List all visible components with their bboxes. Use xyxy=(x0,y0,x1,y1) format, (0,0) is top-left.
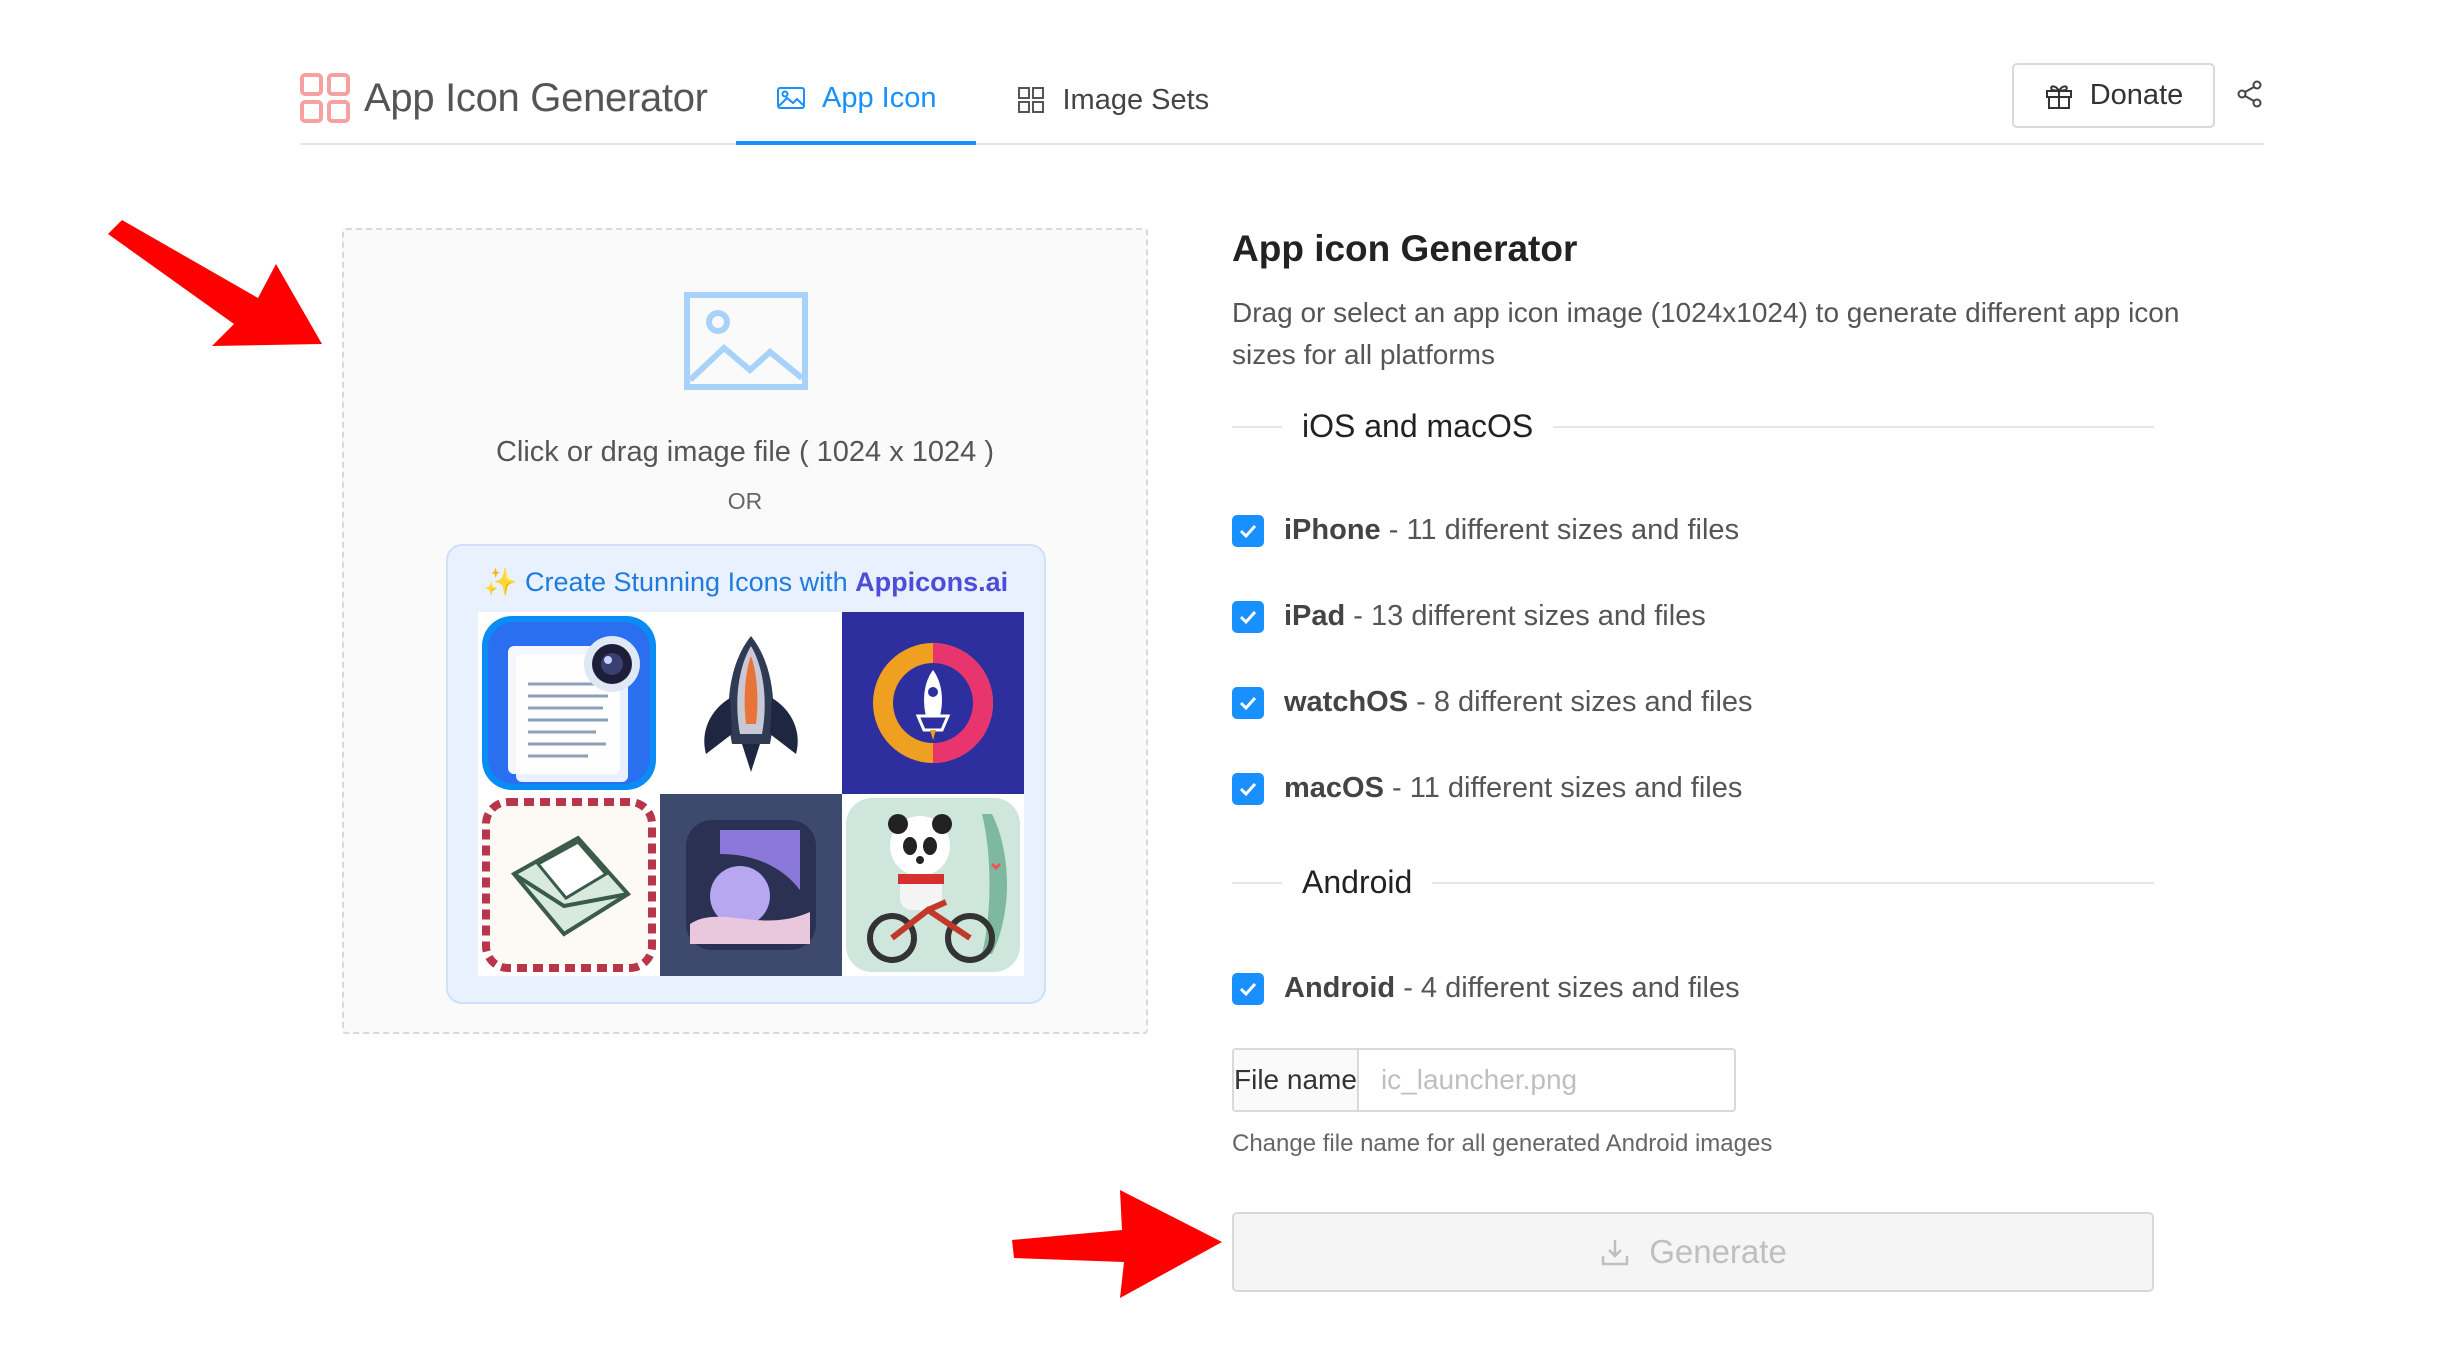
generate-label: Generate xyxy=(1649,1233,1787,1270)
app-logo-icon xyxy=(300,73,350,123)
annotation-arrow-generate xyxy=(1012,1190,1222,1298)
generate-button[interactable]: Generate xyxy=(1232,1212,2154,1292)
section-divider-android: Android xyxy=(1232,864,2154,901)
promo-prefix: ✨ Create Stunning Icons with xyxy=(483,567,856,597)
rocket-icon xyxy=(660,612,842,794)
option-ipad-text: iPad - 13 different sizes and files xyxy=(1284,600,1706,633)
option-iphone[interactable]: iPhone - 11 different sizes and files xyxy=(1232,514,1739,547)
option-macos-text: macOS - 11 different sizes and files xyxy=(1284,772,1742,805)
option-android[interactable]: Android - 4 different sizes and files xyxy=(1232,972,1740,1005)
iphone-checkbox[interactable] xyxy=(1232,514,1264,547)
option-macos[interactable]: macOS - 11 different sizes and files xyxy=(1232,772,1742,805)
annotation-arrow-upload xyxy=(108,220,322,346)
check-icon xyxy=(1239,524,1257,538)
panel-title: App icon Generator xyxy=(1232,228,1578,269)
option-ipad-detail: - 13 different sizes and files xyxy=(1345,600,1706,632)
option-android-detail: - 4 different sizes and files xyxy=(1395,972,1740,1004)
sample-icon-panda xyxy=(842,794,1024,976)
option-watchos-text: watchOS - 8 different sizes and files xyxy=(1284,686,1753,719)
donate-button[interactable]: Donate xyxy=(2012,63,2215,128)
macos-checkbox[interactable] xyxy=(1232,772,1264,805)
option-watchos-name: watchOS xyxy=(1284,686,1409,718)
gift-icon xyxy=(2045,84,2072,109)
option-iphone-name: iPhone xyxy=(1284,514,1381,546)
main-nav: App Icon Image Sets xyxy=(736,55,1249,145)
watchos-checkbox[interactable] xyxy=(1232,686,1264,719)
option-android-name: Android xyxy=(1284,972,1396,1004)
top-navbar: App Icon Generator App Icon Image Sets D… xyxy=(300,55,2264,145)
donate-label: Donate xyxy=(2089,79,2184,111)
option-iphone-detail: - 11 different sizes and files xyxy=(1380,514,1740,546)
promo-text[interactable]: ✨ Create Stunning Icons with Appicons.ai xyxy=(448,566,1044,598)
sample-icon-notes xyxy=(478,612,660,794)
promo-icon-grid xyxy=(478,612,1024,976)
tab-image-sets[interactable]: Image Sets xyxy=(976,55,1249,145)
tab-image-sets-label: Image Sets xyxy=(1062,83,1210,116)
check-icon xyxy=(1239,610,1257,624)
sample-icon-mail xyxy=(478,794,660,976)
option-watchos[interactable]: watchOS - 8 different sizes and files xyxy=(1232,686,1753,719)
sample-icon-abstract xyxy=(660,794,842,976)
section-divider-ios: iOS and macOS xyxy=(1232,408,2154,445)
tab-app-icon-label: App Icon xyxy=(822,81,937,114)
launch-badge-icon xyxy=(842,612,1024,794)
generator-panel: App icon Generator Drag or select an app… xyxy=(1232,228,2179,1292)
abstract-wave-icon xyxy=(660,794,842,976)
tab-app-icon[interactable]: App Icon xyxy=(736,55,977,145)
upload-or: OR xyxy=(727,488,763,514)
image-placeholder-icon xyxy=(684,292,808,390)
appicons-promo[interactable]: ✨ Create Stunning Icons with Appicons.ai xyxy=(446,544,1046,1004)
notes-camera-icon xyxy=(478,612,660,794)
brand-title: App Icon Generator xyxy=(364,75,708,120)
check-icon xyxy=(1239,696,1257,710)
option-ipad[interactable]: iPad - 13 different sizes and files xyxy=(1232,600,1706,633)
android-checkbox[interactable] xyxy=(1232,972,1264,1005)
check-icon xyxy=(1239,782,1257,796)
image-icon xyxy=(777,87,805,109)
grid-icon xyxy=(1018,87,1045,113)
option-ipad-name: iPad xyxy=(1284,600,1346,632)
sample-icon-rocket xyxy=(660,612,842,794)
upload-hint: Click or drag image file ( 1024 x 1024 ) xyxy=(495,436,995,468)
section-title-android: Android xyxy=(1302,864,1413,900)
file-name-help: Change file name for all generated Andro… xyxy=(1232,1130,1773,1157)
option-iphone-text: iPhone - 11 different sizes and files xyxy=(1284,514,1739,547)
file-name-input[interactable] xyxy=(1358,1050,1734,1110)
option-android-text: Android - 4 different sizes and files xyxy=(1284,972,1740,1005)
panda-bike-icon xyxy=(842,794,1024,976)
check-icon xyxy=(1239,982,1257,996)
ipad-checkbox[interactable] xyxy=(1232,600,1264,633)
panel-description: Drag or select an app icon image (1024x1… xyxy=(1232,297,2180,370)
option-macos-name: macOS xyxy=(1284,772,1384,804)
file-name-label: File name xyxy=(1234,1050,1359,1110)
download-icon xyxy=(1601,1240,1629,1266)
option-watchos-detail: - 8 different sizes and files xyxy=(1408,686,1753,718)
sample-icon-launch xyxy=(842,612,1024,794)
envelope-icon xyxy=(478,794,660,976)
promo-brand: Appicons.ai xyxy=(855,567,1009,597)
option-macos-detail: - 11 different sizes and files xyxy=(1383,772,1743,804)
upload-dropzone[interactable]: Click or drag image file ( 1024 x 1024 )… xyxy=(342,228,1148,1034)
brand[interactable]: App Icon Generator xyxy=(300,73,708,123)
section-title-ios: iOS and macOS xyxy=(1302,408,1534,444)
file-name-group: File name xyxy=(1232,1048,1736,1112)
share-icon[interactable] xyxy=(2235,79,2265,109)
